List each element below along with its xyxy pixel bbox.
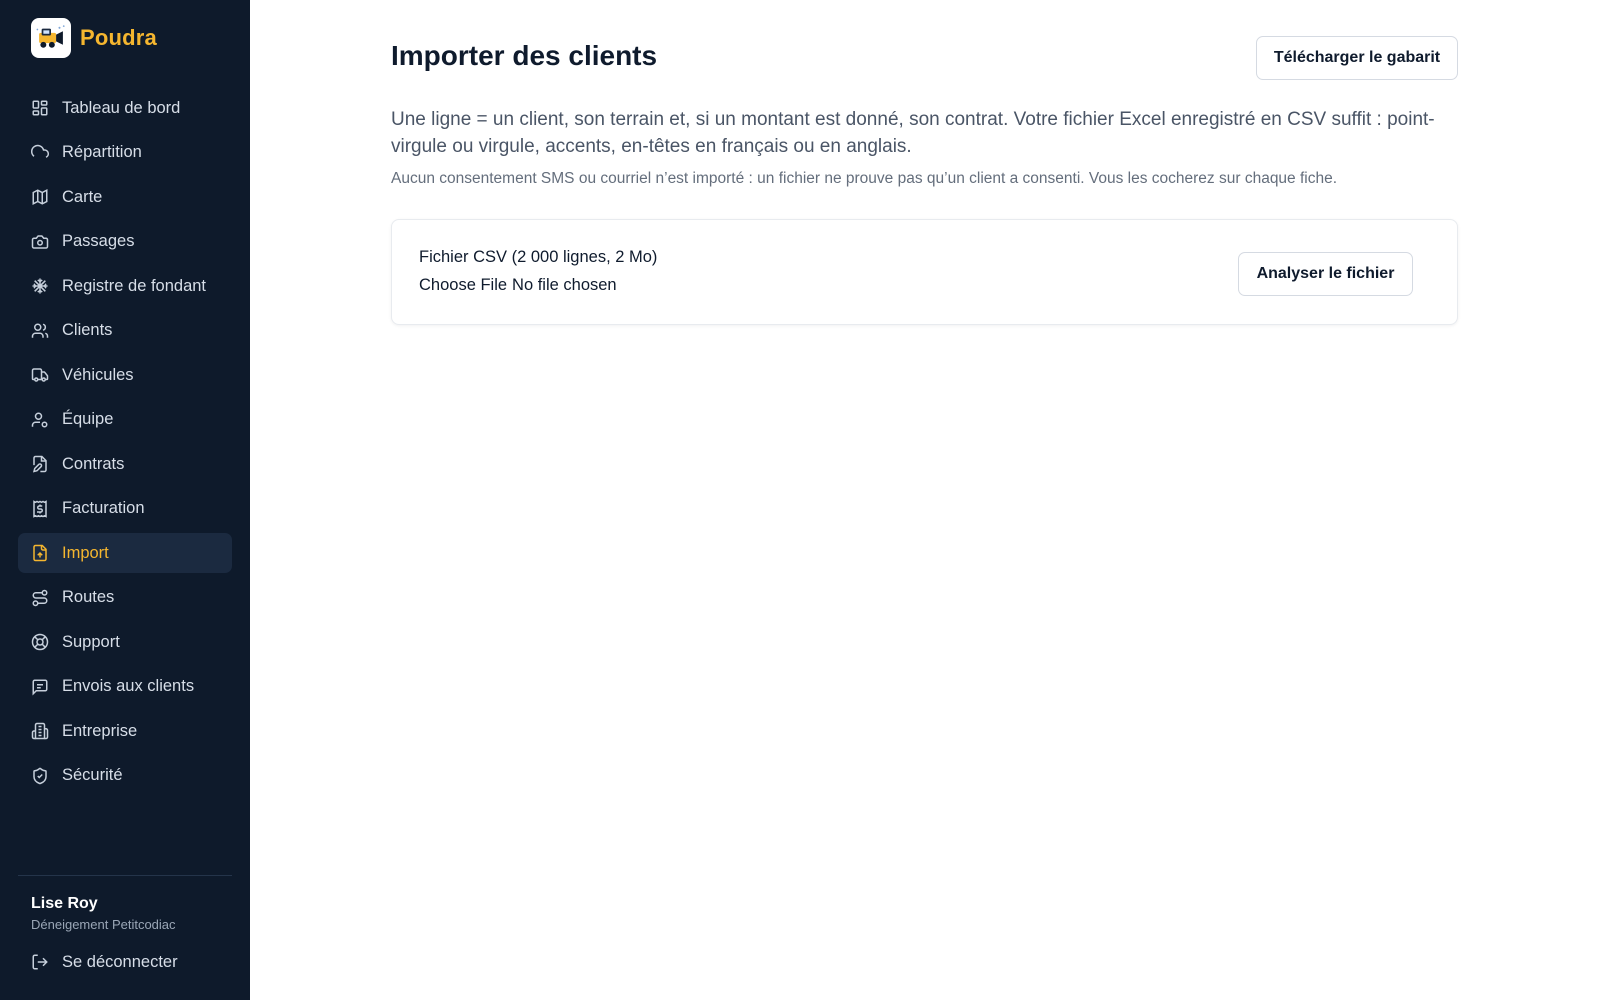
sidebar-item-equipe[interactable]: Équipe — [18, 400, 232, 440]
sidebar-item-clients[interactable]: Clients — [18, 311, 232, 351]
file-status: No file chosen — [512, 276, 617, 294]
sidebar-item-label: Clients — [62, 321, 113, 339]
sidebar-item-support[interactable]: Support — [18, 622, 232, 662]
shield-check-icon — [31, 767, 49, 785]
sidebar-item-registre-de-fondant[interactable]: Registre de fondant — [18, 266, 232, 306]
sidebar-item-facturation[interactable]: Facturation — [18, 489, 232, 529]
snowplow-logo-icon — [31, 18, 71, 58]
users-icon — [31, 322, 49, 340]
sidebar-item-envois-aux-clients[interactable]: Envois aux clients — [18, 667, 232, 707]
logout-label: Se déconnecter — [62, 952, 178, 971]
sidebar-item-label: Envois aux clients — [62, 677, 195, 695]
sidebar-nav: Tableau de bord Répartition Carte Passag… — [18, 88, 232, 800]
truck-icon — [31, 366, 49, 384]
file-input[interactable]: Choose File No file chosen — [419, 276, 617, 295]
sidebar-item-label: Facturation — [62, 499, 145, 517]
analyze-file-button[interactable]: Analyser le fichier — [1238, 252, 1413, 296]
grid-dashboard-icon — [31, 99, 49, 117]
page-title: Importer des clients — [391, 40, 658, 71]
file-edit-icon — [31, 455, 49, 473]
logout-button[interactable]: Se déconnecter — [18, 942, 232, 982]
sidebar-item-label: Répartition — [62, 143, 142, 161]
sidebar-item-contrats[interactable]: Contrats — [18, 444, 232, 484]
intro-text: Une ligne = un client, son terrain et, s… — [391, 109, 1435, 157]
sidebar-item-entreprise[interactable]: Entreprise — [18, 711, 232, 751]
choose-file-button[interactable]: Choose File — [419, 276, 507, 295]
sidebar-item-label: Contrats — [62, 454, 125, 473]
sidebar-item-label: Sécurité — [62, 766, 123, 784]
sidebar-item-label: Équipe — [62, 410, 114, 428]
sidebar-item-label: Routes — [62, 588, 115, 606]
brand[interactable]: Poudra — [31, 18, 157, 58]
sidebar-item-label: Registre de fondant — [62, 276, 207, 295]
receipt-dollar-icon — [31, 499, 49, 518]
map-icon — [31, 188, 49, 206]
sidebar-item-vehicules[interactable]: Véhicules — [18, 355, 232, 395]
cloud-snow-icon — [31, 144, 49, 162]
sidebar-item-securite[interactable]: Sécurité — [18, 756, 232, 796]
route-icon — [31, 589, 49, 607]
snowflake-icon — [31, 277, 49, 295]
logout-icon — [31, 953, 49, 971]
lifebuoy-icon — [31, 633, 49, 651]
sidebar: Poudra Tableau de bord Répartition Carte… — [0, 0, 250, 1000]
brand-name: Poudra — [80, 25, 157, 50]
sidebar-item-carte[interactable]: Carte — [18, 177, 232, 217]
file-field-label: Fichier CSV (2 000 lignes, 2 Mo) — [419, 248, 658, 266]
camera-icon — [31, 233, 49, 251]
sidebar-divider — [18, 875, 232, 876]
user-cog-icon — [31, 411, 49, 429]
sidebar-item-label: Entreprise — [62, 721, 138, 740]
upload-card: Fichier CSV (2 000 lignes, 2 Mo) Choose … — [391, 219, 1458, 325]
user-company: Déneigement Petitcodiac — [31, 917, 176, 932]
main-content: Importer des clients Télécharger le gaba… — [250, 0, 1600, 1000]
file-upload-icon — [31, 544, 49, 562]
sidebar-item-label: Import — [62, 543, 109, 562]
download-template-button[interactable]: Télécharger le gabarit — [1256, 36, 1458, 80]
building-icon — [31, 722, 49, 740]
sidebar-item-import[interactable]: Import — [18, 533, 232, 573]
sidebar-item-label: Passages — [62, 232, 135, 250]
sidebar-item-label: Support — [62, 632, 120, 651]
sidebar-item-repartition[interactable]: Répartition — [18, 133, 232, 173]
message-square-icon — [31, 678, 49, 696]
sidebar-item-passages[interactable]: Passages — [18, 222, 232, 262]
user-name: Lise Roy — [31, 895, 98, 912]
sidebar-item-label: Carte — [62, 187, 103, 206]
sidebar-item-label: Tableau de bord — [62, 98, 181, 117]
sidebar-item-label: Véhicules — [62, 365, 134, 384]
sidebar-item-routes[interactable]: Routes — [18, 578, 232, 618]
sidebar-item-tableau-de-bord[interactable]: Tableau de bord — [18, 88, 232, 128]
consent-note: Aucun consentement SMS ou courriel n’est… — [391, 170, 1338, 187]
